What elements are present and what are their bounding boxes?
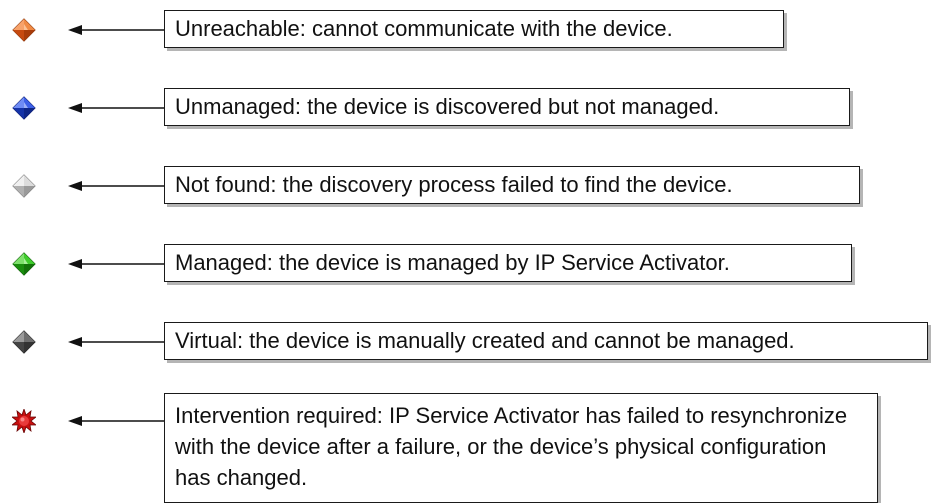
status-description-box: Unreachable: cannot communicate with the…	[164, 10, 784, 48]
red-burst-icon	[12, 409, 36, 433]
status-description: Unmanaged: the device is discovered but …	[175, 94, 720, 119]
status-description-box: Intervention required: IP Service Activa…	[164, 393, 878, 503]
pointer-arrow	[68, 415, 164, 427]
status-description: Managed: the device is managed by IP Ser…	[175, 250, 730, 275]
green-diamond-icon	[12, 252, 36, 276]
pointer-arrow	[68, 180, 164, 192]
status-description: Unreachable: cannot communicate with the…	[175, 16, 673, 41]
status-description: Intervention required: IP Service Activa…	[175, 403, 848, 490]
status-description-box: Managed: the device is managed by IP Ser…	[164, 244, 852, 282]
status-description-box: Virtual: the device is manually created …	[164, 322, 928, 360]
status-description-box: Not found: the discovery process failed …	[164, 166, 860, 204]
status-description: Virtual: the device is manually created …	[175, 328, 795, 353]
pointer-arrow	[68, 258, 164, 270]
pointer-arrow	[68, 336, 164, 348]
status-description: Not found: the discovery process failed …	[175, 172, 733, 197]
blue-diamond-icon	[12, 96, 36, 120]
light-gray-diamond-icon	[12, 174, 36, 198]
pointer-arrow	[68, 102, 164, 114]
orange-diamond-icon	[12, 18, 36, 42]
pointer-arrow	[68, 24, 164, 36]
dark-gray-diamond-icon	[12, 330, 36, 354]
status-description-box: Unmanaged: the device is discovered but …	[164, 88, 850, 126]
